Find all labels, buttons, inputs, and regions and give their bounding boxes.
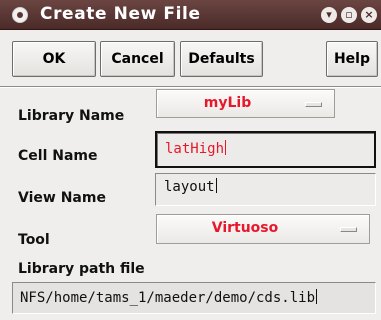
cancel-button[interactable]: Cancel [100,41,175,77]
view-name-label: View Name [18,190,106,206]
title-bar[interactable]: Create New File ▾ ▫ × [0,0,381,30]
dropdown-indicator-icon [340,227,357,232]
window-menu-icon[interactable] [12,7,28,23]
maximize-icon[interactable]: ▫ [341,7,357,23]
library-path-value: NFS/home/tams_1/maeder/demo/cds.lib [20,290,316,306]
tool-value: Virtuoso [211,220,279,236]
button-bar: OK Cancel Defaults Help [0,30,381,86]
text-cursor [225,140,227,155]
library-path-label: Library path file [18,261,145,277]
help-button[interactable]: Help [326,41,378,77]
ok-button[interactable]: OK [12,41,96,77]
tool-label: Tool [18,232,50,248]
text-cursor [215,178,217,193]
library-path-input[interactable]: NFS/home/tams_1/maeder/demo/cds.lib [12,282,376,314]
library-name-value: myLib [203,95,252,111]
library-name-dropdown[interactable]: myLib [156,89,335,118]
cell-name-label: Cell Name [18,148,98,164]
window-title: Create New File [40,4,201,24]
close-icon[interactable]: × [361,7,377,23]
minimize-icon[interactable]: ▾ [321,7,337,23]
view-name-value: layout [164,179,215,195]
cell-name-input[interactable]: latHigh [155,131,376,168]
library-name-label: Library Name [18,108,125,124]
cell-name-value: latHigh [165,141,225,157]
tool-dropdown[interactable]: Virtuoso [156,214,370,244]
dropdown-indicator-icon [305,102,322,107]
text-cursor [316,289,318,304]
defaults-button[interactable]: Defaults [180,41,263,77]
view-name-input[interactable]: layout [155,173,376,206]
divider-highlight [0,87,381,88]
